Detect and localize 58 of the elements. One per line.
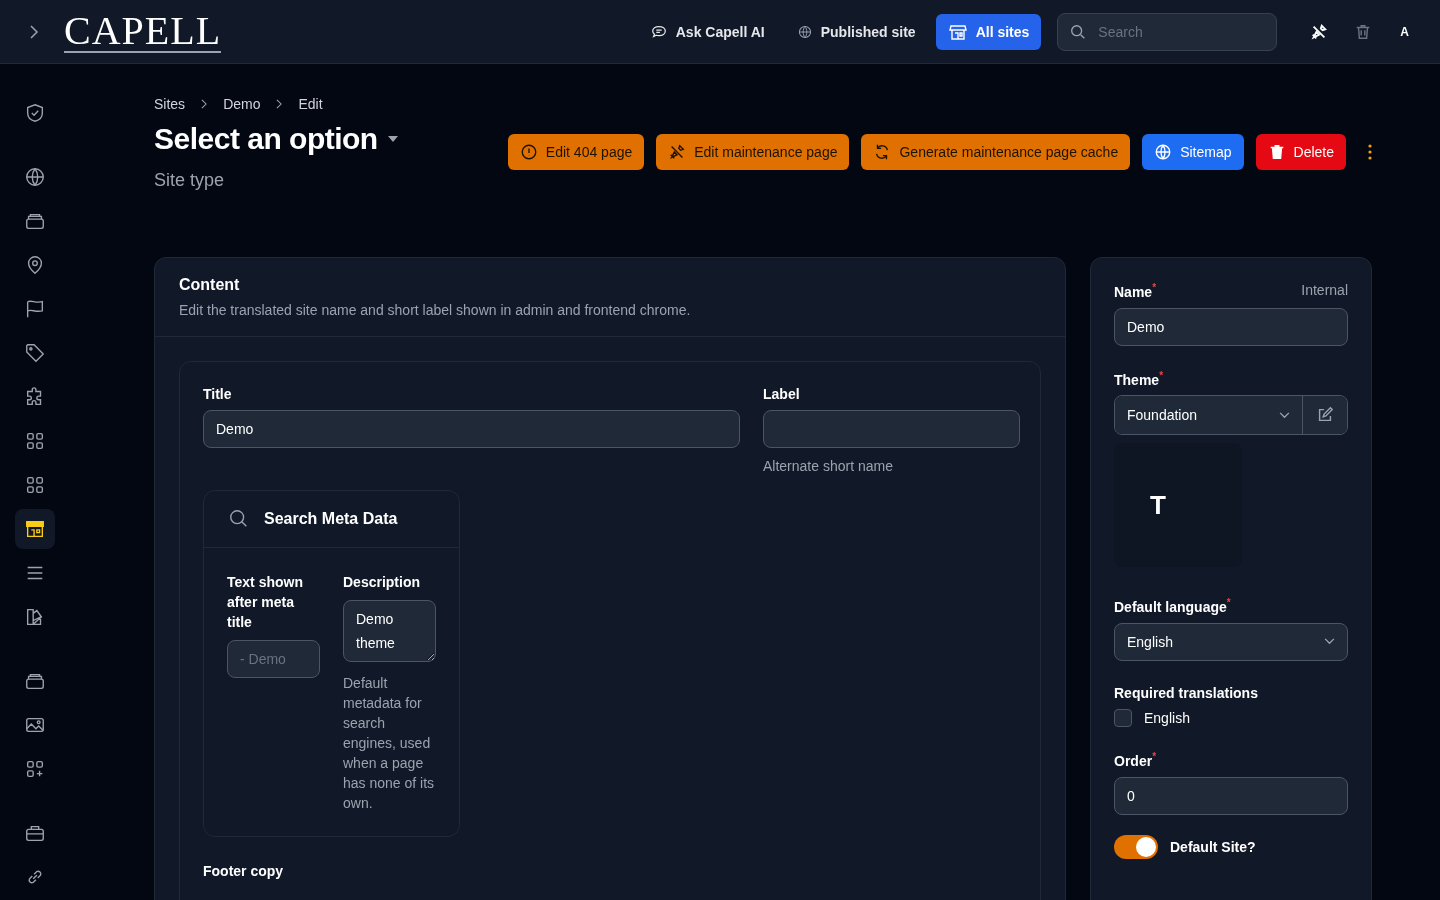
breadcrumb-link[interactable]: Edit <box>298 96 323 112</box>
required-mark: * <box>1226 597 1231 609</box>
toggle-switch[interactable] <box>1114 834 1158 859</box>
logo[interactable]: CAPELL <box>64 10 222 53</box>
field-label: Required translations <box>1114 684 1259 701</box>
checkbox[interactable] <box>1114 708 1132 727</box>
action-button[interactable]: Generate maintenance page cache <box>861 134 1131 170</box>
breadcrumb-link[interactable]: Demo <box>223 96 261 112</box>
help-text: Default metadata for search engines, used when a page has none of its own. <box>343 674 436 813</box>
name-field[interactable]: Demo <box>1114 307 1348 346</box>
field-label: Theme$^{*}$ <box>1114 369 1165 388</box>
language-select[interactable]: English <box>1114 622 1348 661</box>
search-field[interactable]: Search <box>1057 12 1278 51</box>
more-icon[interactable] <box>1368 144 1372 160</box>
field-label: Order$^{*}$ <box>1114 750 1158 769</box>
action-button[interactable]: Edit 404 page <box>507 134 645 170</box>
edit-button[interactable] <box>1303 396 1347 435</box>
theme-select[interactable]: Foundation <box>1115 396 1303 435</box>
description-field[interactable]: Demo theme <box>343 600 436 662</box>
globe-icon <box>1154 143 1173 161</box>
suffix-field[interactable]: - Demo <box>227 640 320 678</box>
store-icon[interactable] <box>15 509 55 549</box>
field-label: Name$^{*}$ <box>1114 282 1157 300</box>
order-field[interactable]: 0 <box>1114 776 1348 815</box>
field-label: Footer copy <box>203 863 285 879</box>
field-label: Title <box>203 386 233 402</box>
action-button[interactable]: Edit maintenance page <box>656 134 850 170</box>
action-button[interactable]: Sitemap <box>1142 134 1244 170</box>
help-text: Alternate short name <box>763 457 894 476</box>
alert-icon <box>519 143 538 161</box>
field-label: Text shown after meta title <box>227 573 304 632</box>
avatar[interactable]: A <box>1400 24 1409 39</box>
nav-link[interactable]: Published site <box>784 15 928 48</box>
preview-letter: T <box>1150 489 1166 521</box>
chevron-down-icon <box>1279 411 1290 419</box>
chevron-down-icon <box>1324 638 1335 646</box>
required-mark: * <box>1159 369 1164 381</box>
nav-link[interactable]: Ask Capell AI <box>637 14 777 49</box>
section-description: Edit the translated site name and short label shown in admin and frontend chrome. <box>179 302 692 318</box>
field-label: Label <box>763 386 801 402</box>
site-type-select[interactable]: Select an option <box>154 122 398 156</box>
breadcrumb-link[interactable]: Sites <box>154 96 186 112</box>
title-field[interactable]: Demo <box>203 410 740 448</box>
field-label: Description <box>343 573 421 592</box>
globe-icon <box>796 23 813 40</box>
checkbox-label: English <box>1144 709 1190 726</box>
toggle-label: Default Site? <box>1170 838 1256 855</box>
label-field[interactable] <box>763 410 1020 448</box>
field-label: Default language$^{*}$ <box>1114 597 1232 615</box>
action-button[interactable]: Delete <box>1255 134 1346 170</box>
meta-title: Search Meta Data <box>264 510 398 528</box>
required-mark: * <box>1152 282 1157 293</box>
field-hint: Internal <box>1301 282 1348 300</box>
page-subtitle: Site type <box>154 170 226 191</box>
caret-icon <box>387 136 398 142</box>
required-mark: * <box>1152 750 1157 762</box>
nav-link[interactable]: All sites <box>935 13 1042 50</box>
section-title: Content <box>179 276 241 294</box>
